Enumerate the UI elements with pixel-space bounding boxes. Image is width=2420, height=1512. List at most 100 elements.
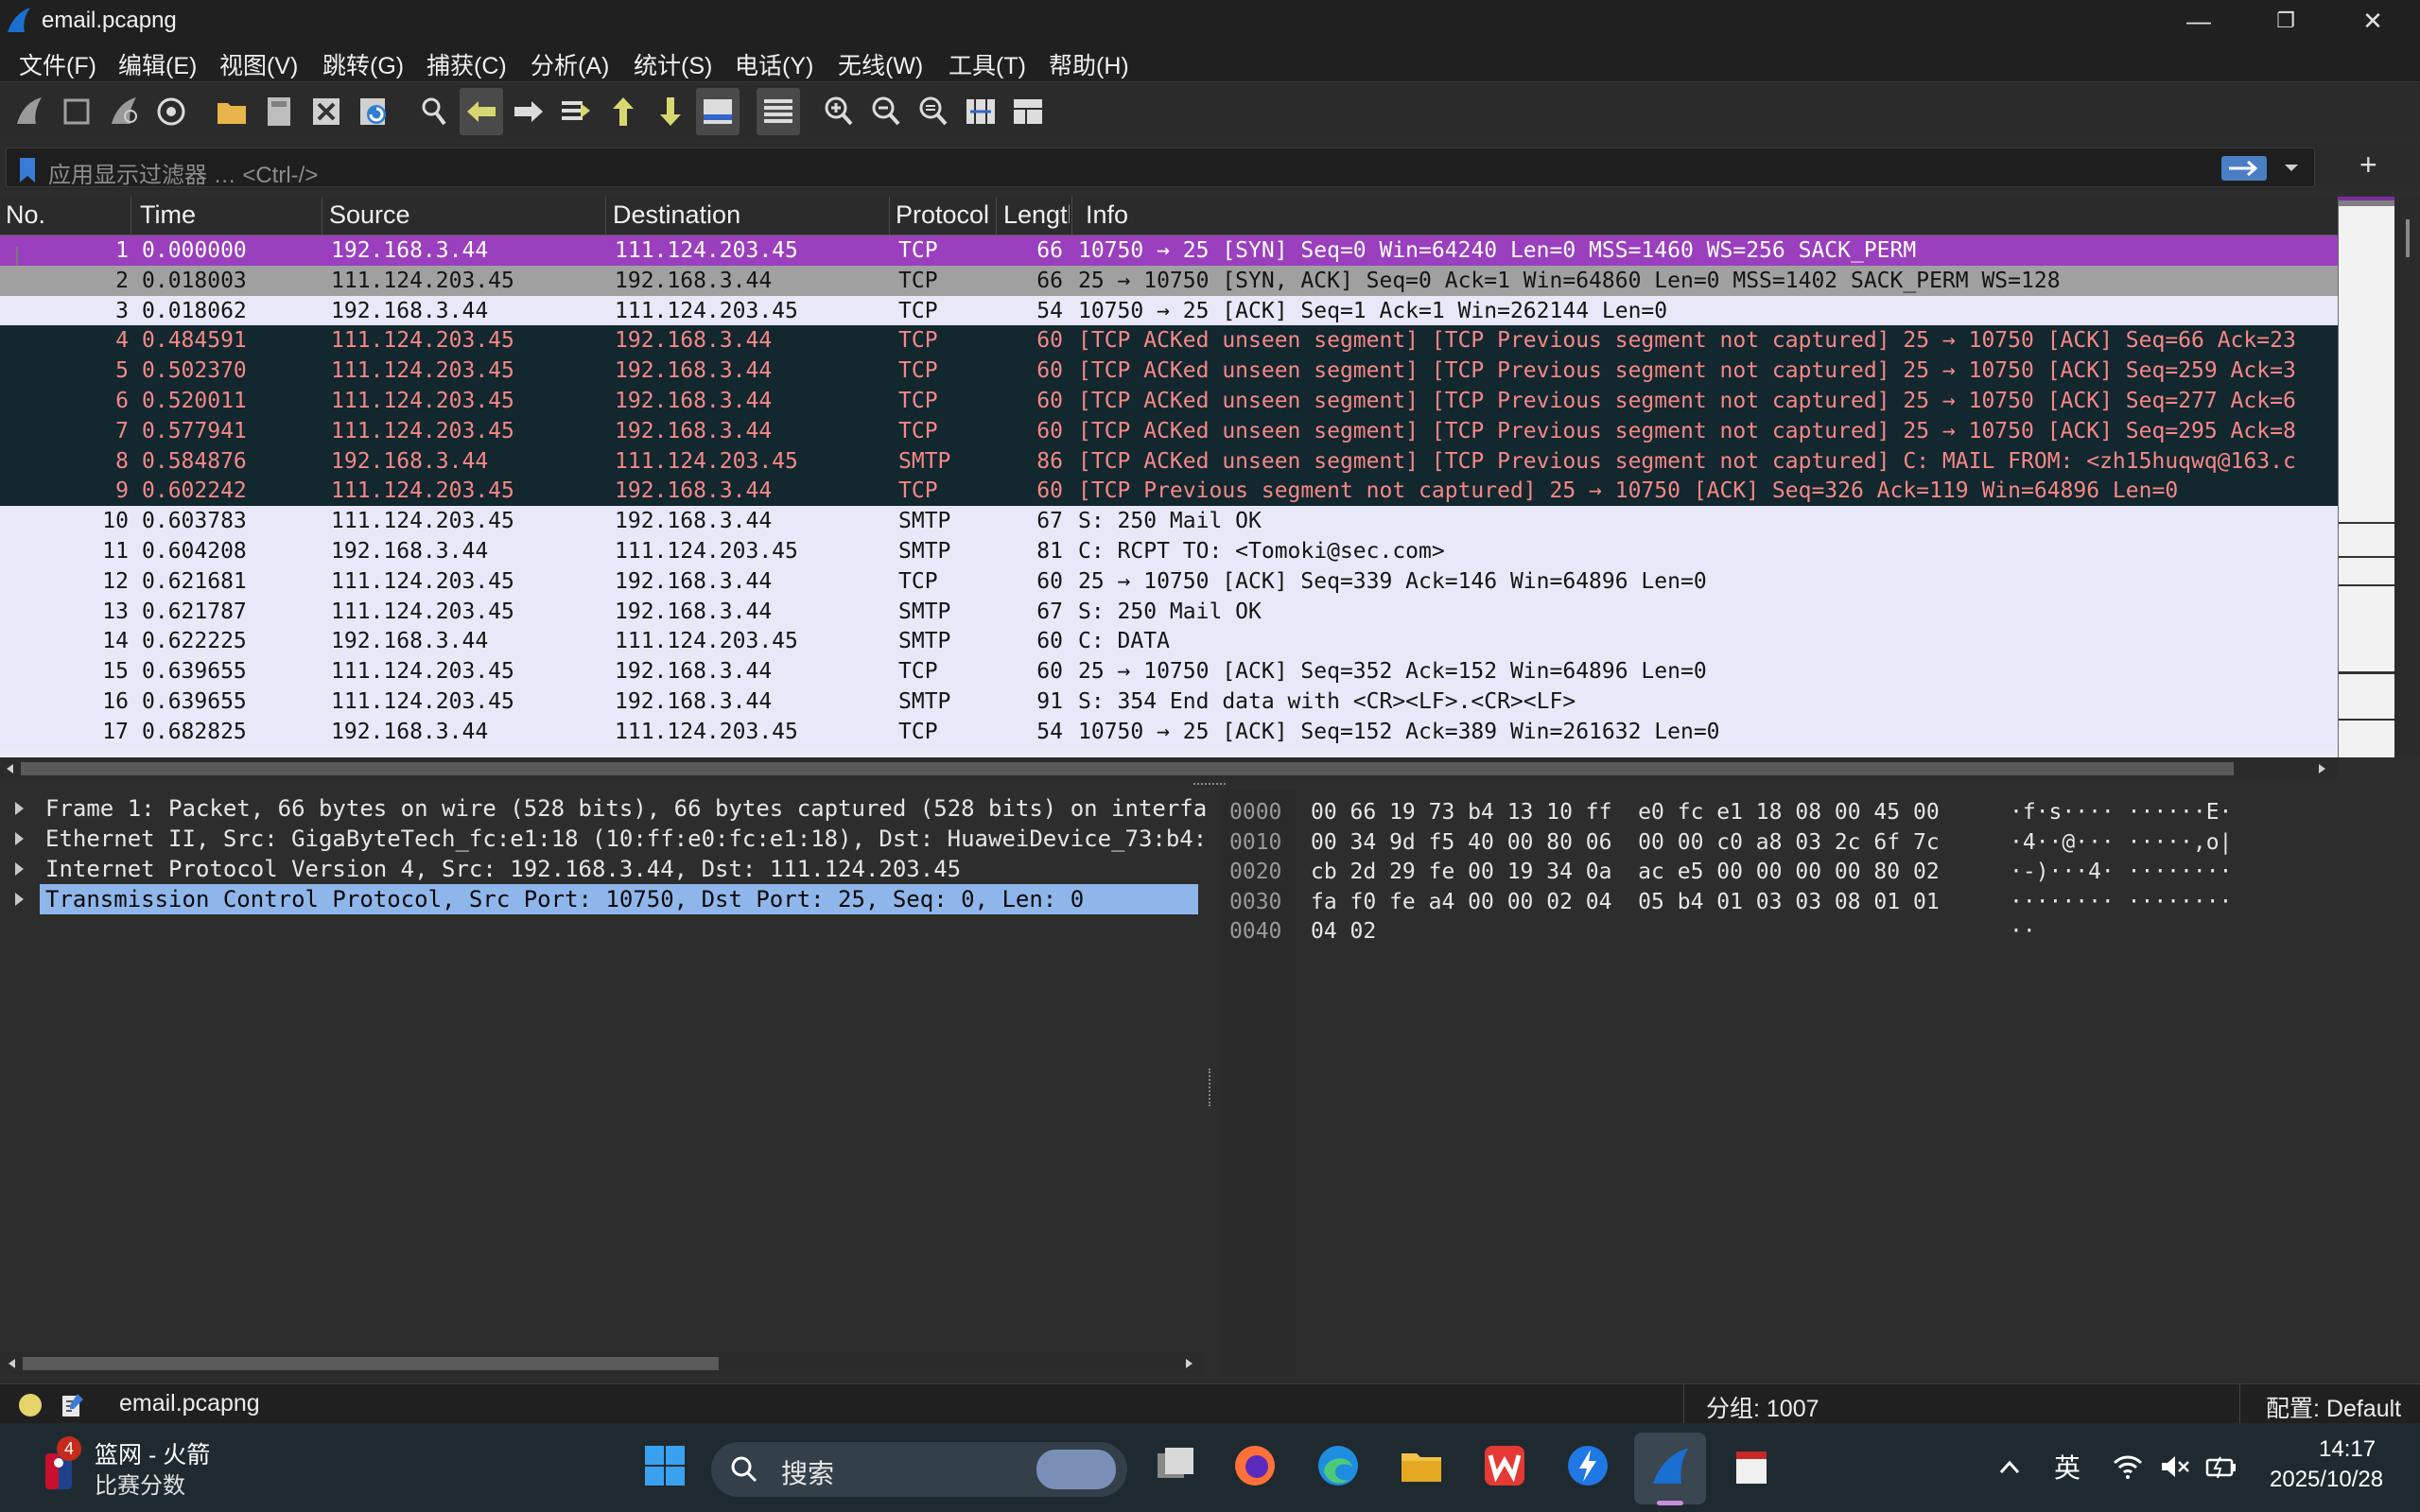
go-forward-icon[interactable] — [511, 94, 547, 130]
packet-row[interactable]: 10 0.603783 111.124.203.45 192.168.3.44 SMTP… — [0, 506, 2338, 537]
menu-wireless[interactable]: 无线(W) — [838, 47, 923, 81]
expert-info-icon[interactable] — [19, 1394, 42, 1416]
packet-row[interactable]: 17 0.682825 192.168.3.44 111.124.203.45 TCP 5… — [0, 716, 2338, 747]
chevron-up-icon[interactable] — [1997, 1455, 2022, 1480]
windows-start-icon[interactable] — [641, 1442, 688, 1489]
packet-row[interactable]: 1 0.000000 192.168.3.44 111.124.203.45 TCP 66… — [0, 235, 2338, 266]
hex-ascii[interactable]: ········ ········ — [2010, 887, 2232, 917]
packet-row[interactable]: 12 0.621681 111.124.203.45 192.168.3.44 TCP 6… — [0, 565, 2338, 597]
packet-row[interactable]: 2 0.018003 111.124.203.45 192.168.3.44 TCP 66… — [0, 265, 2338, 296]
wireshark-taskbar-icon[interactable] — [1647, 1442, 1695, 1489]
go-to-packet-icon[interactable] — [558, 94, 594, 130]
bookmark-icon[interactable] — [18, 158, 37, 182]
expand-arrow-icon[interactable] — [15, 862, 24, 876]
open-file-icon[interactable] — [214, 94, 250, 130]
display-filter-input[interactable]: 应用显示过滤器 … <Ctrl-/> — [6, 148, 2315, 188]
packet-row[interactable]: 9 0.602242 111.124.203.45 192.168.3.44 TCP 60… — [0, 476, 2338, 507]
details-hscroll[interactable] — [0, 1352, 1206, 1375]
column-separator[interactable] — [996, 197, 997, 235]
packet-row[interactable]: 15 0.639655 111.124.203.45 192.168.3.44 TCP 6… — [0, 656, 2338, 687]
hex-ascii[interactable]: ·f·s···· ······E· — [2010, 797, 2232, 827]
menu-tools[interactable]: 工具(T) — [949, 47, 1026, 81]
packet-row[interactable]: 4 0.484591 111.124.203.45 192.168.3.44 TCP 60… — [0, 325, 2338, 356]
colorize-icon[interactable] — [760, 94, 796, 130]
menu-edit[interactable]: 编辑(E) — [118, 47, 197, 81]
clock-time[interactable]: 14:17 — [2319, 1436, 2376, 1463]
packet-row[interactable]: 3 0.018062 192.168.3.44 111.124.203.45 TCP 54… — [0, 295, 2338, 326]
hex-bytes[interactable]: cb 2d 29 fe 00 19 34 0a ac e5 00 00 00 0… — [1311, 857, 1940, 887]
minimize-button[interactable]: — — [2156, 0, 2241, 43]
zoom-in-icon[interactable] — [821, 94, 857, 130]
col-length-header[interactable]: Length — [1003, 200, 1070, 230]
wifi-icon[interactable] — [2113, 1453, 2143, 1480]
close-file-icon[interactable] — [308, 94, 344, 130]
taskbar-search-box[interactable]: 搜索 — [711, 1442, 1127, 1497]
splitter-handle[interactable] — [1193, 783, 1226, 789]
close-button[interactable]: ✕ — [2330, 0, 2415, 43]
detail-row-ethernet[interactable]: Ethernet II, Src: GigaByteTech_fc:e1:18 … — [0, 824, 1206, 854]
hex-bytes[interactable]: 00 34 9d f5 40 00 80 06 00 00 c0 a8 03 2… — [1311, 827, 1940, 858]
stop-capture-icon[interactable] — [59, 94, 95, 130]
hex-ascii[interactable]: ·· — [2010, 916, 2036, 947]
packet-row[interactable]: 5 0.502370 111.124.203.45 192.168.3.44 TCP 60… — [0, 356, 2338, 387]
scroll-right-icon[interactable] — [1182, 1357, 1195, 1370]
clock-date[interactable]: 2025/10/28 — [2270, 1467, 2383, 1493]
resize-columns-icon[interactable] — [963, 94, 999, 130]
packet-list-hscroll[interactable] — [0, 757, 2338, 780]
reload-file-icon[interactable] — [356, 94, 392, 130]
hex-ascii[interactable]: ·-)···4· ········ — [2010, 857, 2232, 887]
pane-splitter[interactable] — [1209, 1069, 1216, 1106]
hex-bytes[interactable]: 00 66 19 73 b4 13 10 ff e0 fc e1 18 08 0… — [1311, 797, 1940, 827]
scroll-left-icon[interactable] — [6, 1357, 19, 1370]
menu-capture[interactable]: 捕获(C) — [427, 47, 507, 81]
ime-indicator[interactable]: 英 — [2054, 1448, 2081, 1486]
packet-row[interactable]: 11 0.604208 192.168.3.44 111.124.203.45 SMTP… — [0, 536, 2338, 566]
battery-icon[interactable] — [2205, 1453, 2237, 1480]
packet-row[interactable]: 7 0.577941 111.124.203.45 192.168.3.44 TCP 60… — [0, 415, 2338, 446]
save-file-icon[interactable] — [261, 94, 297, 130]
notepad-app-icon[interactable] — [1729, 1442, 1776, 1489]
hex-offset[interactable]: 0040 — [1229, 916, 1281, 947]
scroll-thumb[interactable] — [21, 762, 2234, 775]
expand-arrow-icon[interactable] — [15, 802, 24, 815]
task-view-icon[interactable] — [1152, 1442, 1199, 1489]
normal-size-icon[interactable] — [915, 94, 951, 130]
packet-row[interactable]: 13 0.621787 111.124.203.45 192.168.3.44 SMTP… — [0, 596, 2338, 627]
status-profile[interactable]: 配置: Default — [2266, 1390, 2401, 1424]
hex-ascii[interactable]: ·4··@··· ·····,o| — [2010, 827, 2232, 858]
edge-icon[interactable] — [1314, 1442, 1362, 1489]
packet-row[interactable]: 16 0.639655 111.124.203.45 192.168.3.44 SMTP… — [0, 686, 2338, 717]
col-info-header[interactable]: Info — [1086, 200, 1464, 230]
first-packet-icon[interactable] — [605, 94, 641, 130]
col-destination-header[interactable]: Destination — [613, 200, 878, 230]
packet-list-vscroll[interactable] — [2394, 197, 2420, 757]
packet-minimap[interactable] — [2338, 197, 2395, 757]
file-explorer-icon[interactable] — [1398, 1442, 1445, 1489]
menu-telephony[interactable]: 电话(Y) — [735, 47, 813, 81]
capture-comment-icon[interactable] — [61, 1392, 85, 1418]
menu-go[interactable]: 跳转(G) — [322, 47, 404, 81]
hex-bytes[interactable]: 04 02 — [1311, 916, 1376, 947]
last-packet-icon[interactable] — [653, 94, 688, 130]
thunder-app-icon[interactable] — [1564, 1442, 1611, 1489]
scroll-left-icon[interactable] — [4, 762, 17, 775]
menu-help[interactable]: 帮助(H) — [1049, 47, 1129, 81]
packet-row[interactable]: 14 0.622225 192.168.3.44 111.124.203.45 SMTP… — [0, 626, 2338, 657]
col-time-header[interactable]: Time — [140, 200, 310, 230]
capture-options-icon[interactable] — [153, 94, 189, 130]
hex-bytes[interactable]: fa f0 fe a4 00 00 02 04 05 b4 01 03 03 0… — [1311, 887, 1940, 917]
autoscroll-icon[interactable] — [700, 94, 736, 130]
volume-muted-icon[interactable] — [2160, 1453, 2190, 1480]
column-separator[interactable] — [605, 197, 606, 235]
start-capture-icon[interactable] — [11, 94, 47, 130]
widget-title[interactable]: 篮网 - 火箭 — [95, 1436, 210, 1470]
expand-arrow-icon[interactable] — [15, 832, 24, 845]
column-separator[interactable] — [889, 197, 890, 235]
expand-arrow-icon[interactable] — [15, 893, 24, 906]
detail-row-frame[interactable]: Frame 1: Packet, 66 bytes on wire (528 b… — [0, 793, 1206, 824]
menu-analyze[interactable]: 分析(A) — [531, 47, 609, 81]
apply-filter-arrow-icon[interactable] — [2221, 156, 2267, 181]
col-source-header[interactable]: Source — [329, 200, 594, 230]
scroll-thumb[interactable] — [23, 1357, 719, 1370]
detail-row-ipv4[interactable]: Internet Protocol Version 4, Src: 192.16… — [0, 854, 1206, 884]
